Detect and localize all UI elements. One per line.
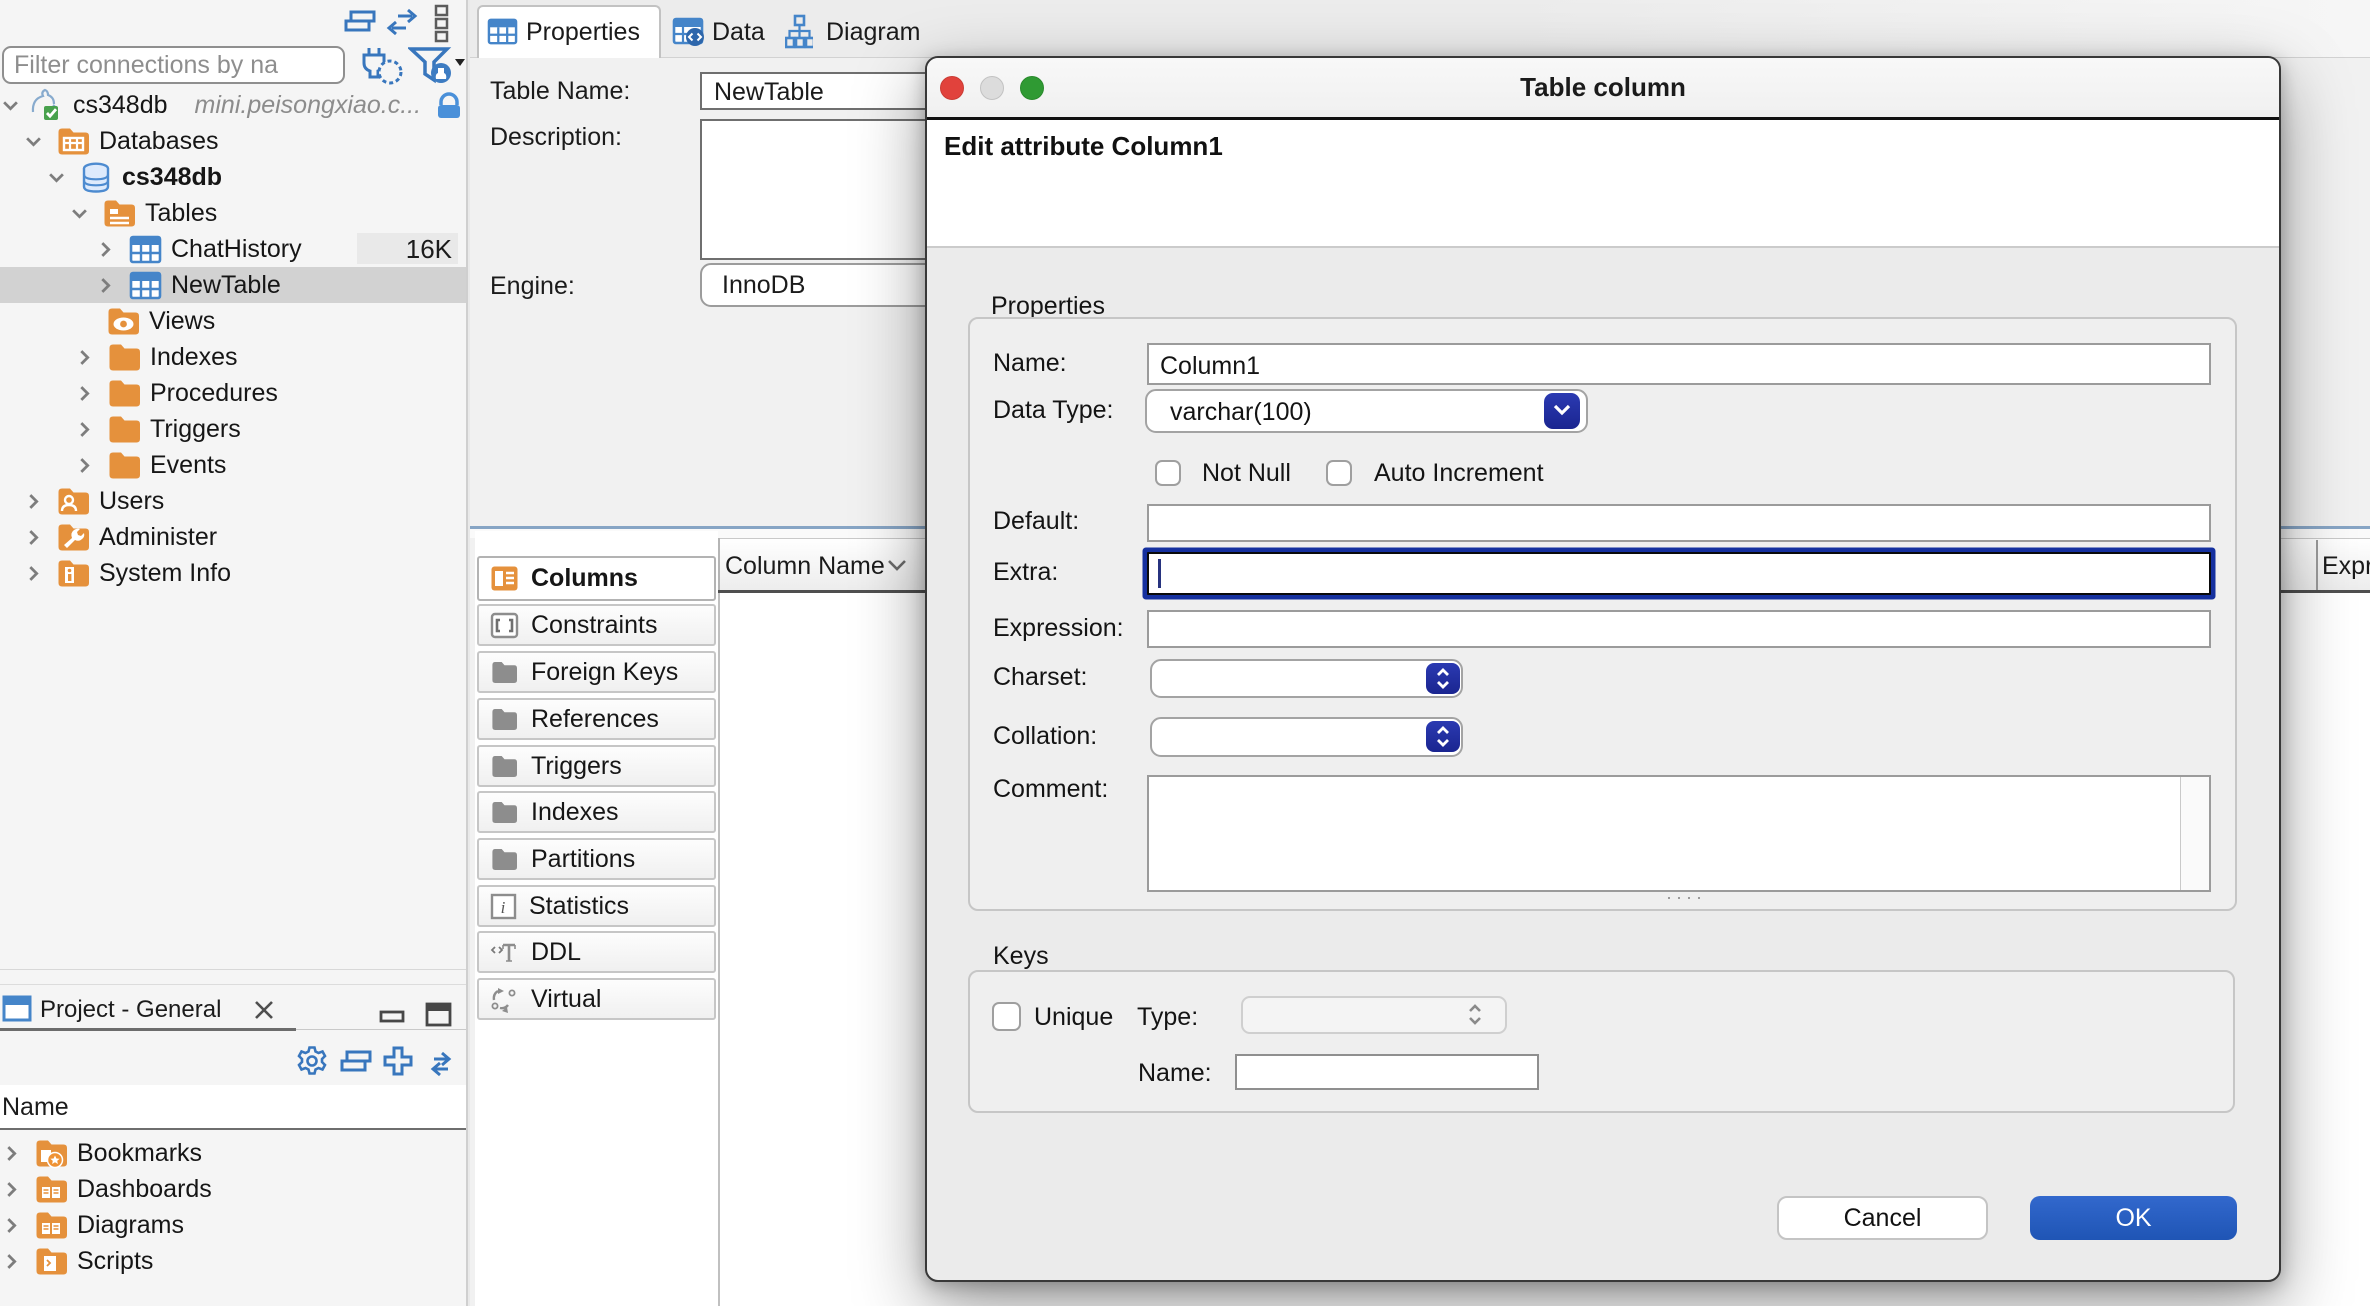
svg-text:i: i [501, 898, 506, 917]
